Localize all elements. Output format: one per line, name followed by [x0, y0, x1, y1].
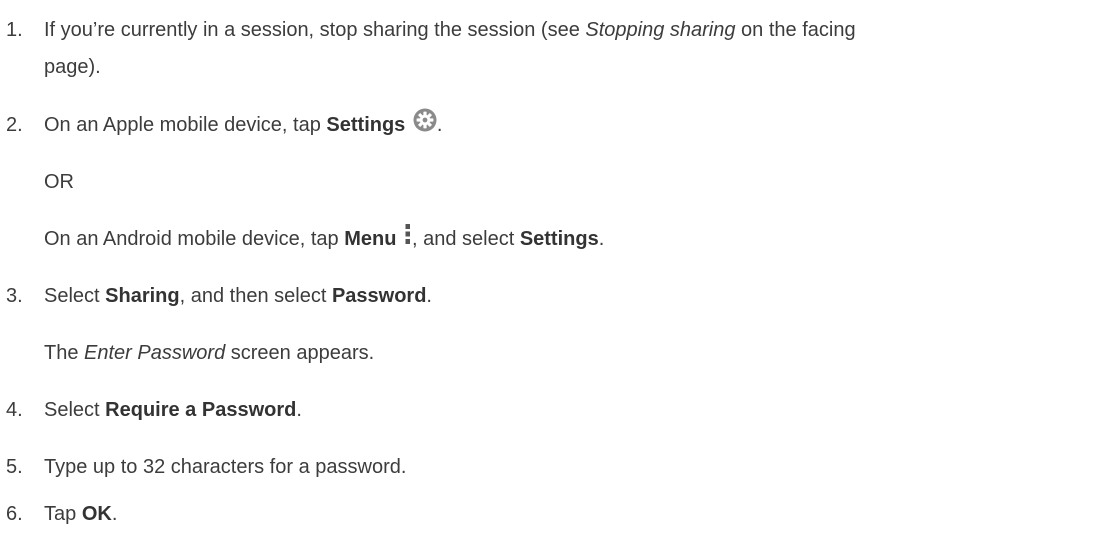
menu-label: Menu [344, 228, 397, 250]
step-text: If you’re currently in a session, stop s… [44, 12, 1104, 49]
step-text-part: . [598, 228, 605, 250]
step-text: Tap OK. [44, 496, 1104, 533]
step-text: Type up to 32 characters for a password. [44, 456, 407, 478]
menu-icon [404, 223, 412, 247]
step-text-part: . [296, 399, 302, 421]
step-text-part: screen appears. [225, 342, 375, 364]
step-text-part: on the facing [735, 19, 856, 41]
step-3-result: The Enter Password screen appears. [44, 335, 1104, 372]
sharing-label: Sharing [105, 285, 180, 307]
step-text-part: On an Apple mobile device, tap [44, 114, 327, 136]
step-text-part: . [426, 285, 432, 307]
ok-label: OK [81, 503, 112, 525]
step-text-part: Tap [44, 503, 82, 525]
require-password-label: Require a Password [105, 399, 297, 421]
password-label: Password [331, 285, 427, 307]
step-number: 3. [6, 285, 23, 307]
step-2-android-alternative: On an Android mobile device, tap Menu , … [44, 221, 1104, 258]
step-text-part: If you’re currently in a session, stop s… [44, 19, 586, 41]
step-text-part: On an Android mobile device, tap [44, 228, 345, 250]
gear-icon [413, 108, 437, 132]
settings-label: Settings [519, 228, 599, 250]
step-text: Select Sharing, and then select Password… [44, 278, 1104, 315]
step-text-part: , and then select [179, 285, 332, 307]
step-text-part: Select [44, 399, 106, 421]
or-separator: OR [44, 171, 74, 193]
step-1-continuation: page). [44, 56, 101, 78]
step-number: 6. [6, 503, 23, 525]
stopping-sharing-reference: Stopping sharing [585, 19, 736, 41]
step-text-part: Select [44, 285, 106, 307]
step-text: Select Require a Password. [44, 392, 1104, 429]
enter-password-screen-name: Enter Password [84, 342, 226, 364]
step-number: 2. [6, 114, 23, 136]
step-text-part: . [436, 114, 443, 136]
step-text-part: . [111, 503, 118, 525]
step-text: On an Apple mobile device, tap Settings [44, 107, 1104, 144]
step-number: 4. [6, 399, 23, 421]
step-text-part: The [44, 342, 85, 364]
step-number: 1. [6, 19, 23, 41]
settings-label: Settings [326, 114, 406, 136]
step-text-part: , and select [411, 228, 520, 250]
step-number: 5. [6, 456, 23, 478]
